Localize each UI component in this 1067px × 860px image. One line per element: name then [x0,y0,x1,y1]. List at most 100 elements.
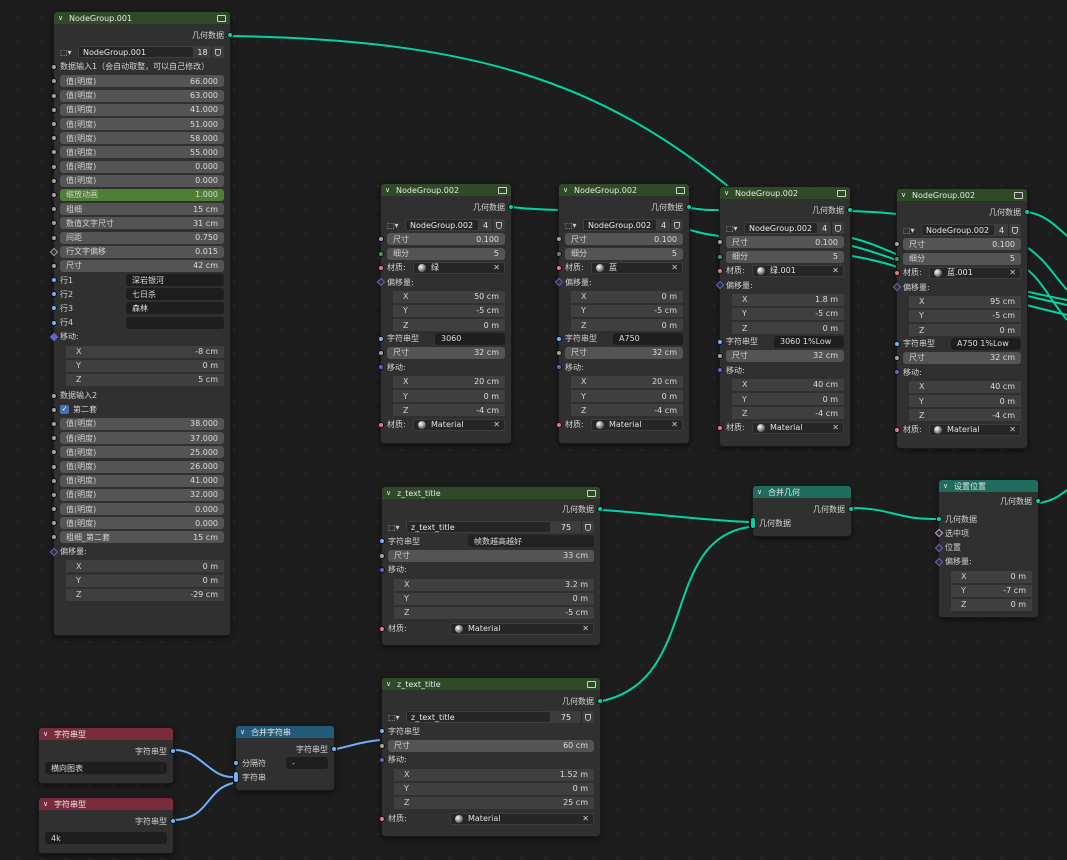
collapse-chevron-icon[interactable]: ∨ [901,191,909,199]
node-header[interactable]: ∨ 字符串型 [39,798,173,810]
group-name-field[interactable]: NodeGroup.002 [405,219,479,232]
field-value[interactable]: 25 cm [563,798,588,807]
group-selector[interactable]: ⬚▾ NodeGroup.001 18 [60,45,224,59]
subdiv-row[interactable]: 细分 5 [717,250,844,264]
field-value[interactable]: -8 cm [195,347,218,356]
material2-row[interactable]: 材质: Material ✕ [378,418,505,432]
offset-axis-row[interactable]: X 50 cm [387,289,505,303]
bool-field-socket[interactable] [934,529,944,538]
node-tree-icon[interactable]: ⬚▾ [903,226,921,235]
fake-user-shield-icon[interactable] [581,711,594,724]
material-row[interactable]: 材质: Material ✕ [379,622,594,636]
subdiv-value[interactable]: 5 [833,252,838,261]
move-axis-row[interactable]: X 40 cm [903,379,1021,393]
field-value[interactable]: -4 cm [476,406,499,415]
collapse-chevron-icon[interactable]: ∨ [58,14,66,22]
node-header[interactable]: ∨ NodeGroup.002 [897,189,1027,201]
move-axis-row[interactable]: X 20 cm [565,374,683,388]
node-tree-icon[interactable]: ⬚▾ [388,713,406,722]
string-value-row[interactable]: 横向图表 [45,761,167,775]
input-socket[interactable] [51,234,57,241]
vector-input-socket[interactable] [379,756,385,763]
user-count[interactable]: 4 [479,219,492,232]
user-count[interactable]: 4 [657,219,670,232]
row-value[interactable]: 七日杀 [132,289,156,300]
group-name-field[interactable]: NodeGroup.001 [78,46,194,59]
geometry-output-socket[interactable] [847,207,853,214]
material-value[interactable]: Material [468,814,501,823]
group-selector[interactable]: ⬚▾ z_text_title 75 [388,520,594,534]
geometry-output-socket[interactable] [1024,209,1030,216]
move-axis-row[interactable]: X 20 cm [387,374,505,388]
text-row-2[interactable]: 行2 七日杀 [51,287,224,301]
field-value[interactable]: 32.000 [190,490,218,499]
size-value[interactable]: 0.100 [476,235,499,244]
offset-axis-row[interactable]: Z 0 m [945,597,1032,611]
material-value[interactable]: Material [431,420,464,429]
geometry-multi-input-socket[interactable] [750,517,756,530]
string-output-socket[interactable] [170,818,176,825]
close-icon[interactable]: ✕ [582,814,589,823]
size-row[interactable]: 尺寸 0.100 [556,232,683,246]
material-input-socket[interactable] [717,424,723,431]
vector-input-socket[interactable] [892,282,902,292]
string-value[interactable]: 3060 1%Low [780,337,831,346]
field-value[interactable]: -4 cm [815,409,838,418]
geometry-output-socket[interactable] [848,506,854,513]
row-value[interactable]: 森林 [132,303,148,314]
size2-row[interactable]: 尺寸 32 cm [717,349,844,363]
group-selector[interactable]: ⬚▾ NodeGroup.002 4 [565,218,683,232]
move-axis-row[interactable]: Y 0 m [726,391,844,406]
field-value[interactable]: 38.000 [190,419,218,428]
value-row[interactable]: 值(明度) 41.000 [51,103,224,117]
node-header[interactable]: ∨ 设置位置 [939,480,1038,492]
material-row[interactable]: 材质: Material ✕ [379,812,594,826]
material-row[interactable]: 材质: 蓝 ✕ [556,261,683,275]
value-row[interactable]: 值(明度) 25.000 [51,445,224,459]
material-value[interactable]: 绿 [431,262,439,273]
offset-axis-row[interactable]: Y -5 cm [565,303,683,317]
vector-input-socket[interactable] [49,547,59,556]
field-value[interactable]: 0 m [1000,326,1015,335]
value-row[interactable]: 值(明度) 38.000 [51,417,224,431]
field-value[interactable]: 95 cm [990,297,1015,306]
text-row-3[interactable]: 行3 森林 [51,301,224,315]
input-socket[interactable] [51,477,57,484]
field-value[interactable]: 0.000 [195,519,218,528]
material-input-socket[interactable] [378,264,384,271]
field-value[interactable]: 50 cm [474,292,499,301]
string-value[interactable]: 3060 [441,334,461,343]
field-value[interactable]: 0.000 [195,162,218,171]
offset-axis-row[interactable]: Z 0 m [903,323,1021,337]
value-row[interactable]: 值(明度) 32.000 [51,488,224,502]
string-value-row[interactable]: 4k [45,831,167,845]
field-value[interactable]: 0.000 [195,176,218,185]
value-row[interactable]: 值(明度) 51.000 [51,117,224,131]
input-socket[interactable] [51,435,57,442]
checkbox-checked-icon[interactable]: ✓ [60,405,69,415]
move-axis-row[interactable]: Y 0 m [565,388,683,403]
anim-row[interactable]: 缩放动画 1.000 [51,188,224,202]
field-value[interactable]: -29 cm [190,590,218,599]
offset-axis-row[interactable]: Y -5 cm [903,308,1021,322]
material2-row[interactable]: 材质: Material ✕ [894,423,1021,437]
geometry-output-socket[interactable] [686,204,692,211]
field-value[interactable]: 0 m [484,392,499,401]
field-value[interactable]: 0 m [823,395,838,404]
int-input-socket[interactable] [556,250,562,257]
material-row[interactable]: 材质: 蓝.001 ✕ [894,266,1021,280]
value-row[interactable]: 值(明度) 37.000 [51,431,224,445]
string-input-socket[interactable] [51,305,57,312]
material-input-socket[interactable] [379,815,385,822]
string-node-2[interactable]: ∨ 字符串型 字符串型 4k [38,797,176,854]
field-value[interactable]: 1.8 m [815,295,838,304]
material-row[interactable]: 材质: 绿.001 ✕ [717,264,844,278]
offset-axis-row[interactable]: Y -7 cm [945,583,1032,597]
input-socket[interactable] [51,534,57,541]
field-value[interactable]: 63.000 [190,91,218,100]
close-icon[interactable]: ✕ [832,423,839,432]
offset-axis-row[interactable]: X 95 cm [903,294,1021,308]
row-value[interactable]: 深岩银河 [132,275,164,286]
collapse-chevron-icon[interactable]: ∨ [943,482,951,490]
string-row[interactable]: 字符串型 3060 1%Low [717,335,844,349]
